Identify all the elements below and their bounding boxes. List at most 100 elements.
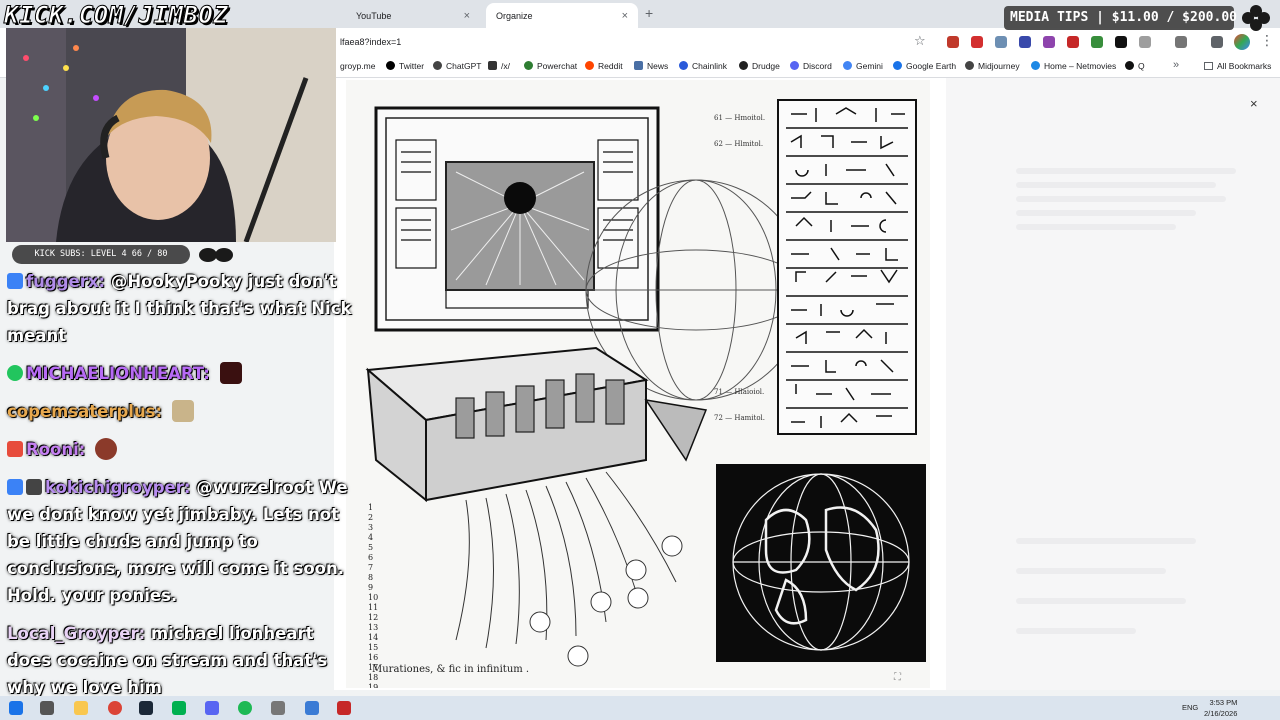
extension-icon[interactable] <box>1091 36 1103 48</box>
language-indicator[interactable]: ENG <box>1182 703 1198 712</box>
clover-logo-icon <box>199 248 233 262</box>
manuscript-label: 72 — Hamitol. <box>714 414 766 422</box>
grid-icon <box>488 61 497 70</box>
bookmark-netmovies[interactable]: Home – Netmovies <box>1031 61 1116 71</box>
file-explorer-icon[interactable] <box>74 701 88 715</box>
placeholder-line <box>1016 628 1136 634</box>
app-icon[interactable] <box>271 701 285 715</box>
chatgpt-icon <box>433 61 442 70</box>
placeholder-line <box>1016 210 1196 216</box>
emote-icon <box>219 362 242 384</box>
chat-message: MICHAELIONHEART: <box>7 360 359 387</box>
extension-icon[interactable] <box>947 36 959 48</box>
powerchat-icon <box>524 61 533 70</box>
clock[interactable]: 3:53 PM 2/16/2026 <box>1204 697 1237 719</box>
taskbar: ENG 3:53 PM 2/16/2026 <box>0 696 1280 720</box>
tab-organize[interactable]: Organize × <box>486 3 638 28</box>
extension-icon[interactable] <box>971 36 983 48</box>
bookmark-label: Drudge <box>752 61 780 71</box>
extension-icon[interactable] <box>1043 36 1055 48</box>
bookmark-chatgpt[interactable]: ChatGPT <box>433 61 481 71</box>
number-column: 123 456 789 101112 131415 161718 192021 … <box>368 503 381 688</box>
bookmark-gemini[interactable]: Gemini <box>843 61 883 71</box>
chat-username: Rooni <box>26 440 79 459</box>
bookmark-google-earth[interactable]: Google Earth <box>893 61 956 71</box>
bookmark-q[interactable]: Q <box>1125 61 1145 71</box>
star-icon[interactable]: ☆ <box>914 33 926 49</box>
spotify-icon[interactable] <box>238 701 252 715</box>
bookmark-x[interactable]: /x/ <box>488 61 510 71</box>
placeholder-line <box>1016 538 1196 544</box>
bookmark-label: Q <box>1138 61 1145 71</box>
url-field[interactable]: lfaea8?index=1 <box>336 32 936 52</box>
discord-icon[interactable] <box>205 701 219 715</box>
chat-username: fuggerx <box>26 272 99 291</box>
tab-youtube[interactable]: YouTube × <box>346 3 480 28</box>
bookmark-label: News <box>647 61 669 71</box>
app-icon[interactable] <box>305 701 319 715</box>
x-icon[interactable] <box>1115 36 1127 48</box>
steam-icon[interactable] <box>139 701 153 715</box>
chrome-icon[interactable] <box>108 701 122 715</box>
subs-progress: KICK SUBS: LEVEL 4 66 / 80 <box>12 245 190 264</box>
close-icon[interactable]: × <box>464 10 470 22</box>
clock-time: 3:53 PM <box>1209 698 1238 707</box>
verified-icon <box>7 365 23 381</box>
bookmark-label: All Bookmarks <box>1217 61 1272 71</box>
extension-icon[interactable] <box>1019 36 1031 48</box>
drudge-icon <box>739 61 748 70</box>
emote-icon <box>95 438 118 460</box>
manuscript-label: 71 — Hlaioiol. <box>714 388 765 396</box>
midjourney-icon <box>965 61 974 70</box>
bookmark-discord[interactable]: Discord <box>790 61 832 71</box>
close-icon[interactable]: × <box>1250 96 1258 111</box>
channel-logo: KICK.COM/JIMBOZ <box>3 1 229 30</box>
media-icon[interactable] <box>1175 36 1187 48</box>
news-icon <box>634 61 643 70</box>
badge-icon <box>7 441 23 457</box>
chat-message: copemsaterplus: <box>7 398 359 425</box>
all-bookmarks-button[interactable]: All Bookmarks <box>1204 61 1271 71</box>
folder-icon <box>1204 62 1213 70</box>
windows-start-icon[interactable] <box>9 701 23 715</box>
new-tab-button[interactable]: + <box>645 5 653 21</box>
x-icon <box>386 61 395 70</box>
bookmark-chainlink[interactable]: Chainlink <box>679 61 727 71</box>
download-icon[interactable] <box>1211 36 1223 48</box>
badge-icon <box>26 479 42 495</box>
extension-icon[interactable] <box>995 36 1007 48</box>
image-viewer[interactable]: 123 456 789 101112 131415 161718 192021 … <box>346 80 930 688</box>
app-icon[interactable] <box>337 701 351 715</box>
bookmark-label: Chainlink <box>692 61 727 71</box>
bookmark-powerchat[interactable]: Powerchat <box>524 61 577 71</box>
bookmark-reddit[interactable]: Reddit <box>585 61 623 71</box>
kick-icon[interactable] <box>172 701 186 715</box>
bookmark-news[interactable]: News <box>634 61 668 71</box>
chevron-right-icon[interactable]: » <box>1173 59 1179 71</box>
page-content: 123 456 789 101112 131415 161718 192021 … <box>334 78 1280 690</box>
puzzle-icon[interactable] <box>1139 36 1151 48</box>
bookmark-label: Twitter <box>399 61 425 71</box>
close-icon[interactable]: × <box>622 10 628 22</box>
tab-label: YouTube <box>356 10 392 21</box>
bookmark-label: Gemini <box>856 61 883 71</box>
webcam-feed <box>6 28 336 242</box>
q-icon <box>1125 61 1134 70</box>
badge-icon <box>7 479 23 495</box>
bookmark-twitter[interactable]: Twitter <box>386 61 424 71</box>
chat-message: Rooni: <box>7 436 359 463</box>
chat-username: copemsaterplus <box>7 402 156 421</box>
bookmark-drudge[interactable]: Drudge <box>739 61 780 71</box>
chat-text: @wurzelroot We we dont know yet jimbaby.… <box>7 478 348 605</box>
manuscript-label: 62 — Hlmitol. <box>714 140 764 148</box>
bookmark-midjourney[interactable]: Midjourney <box>965 61 1020 71</box>
bookmark-label: ChatGPT <box>446 61 482 71</box>
netmovies-icon <box>1031 61 1040 70</box>
chat-overlay: fuggerx: @HookyPooky just don't brag abo… <box>0 268 360 696</box>
bookmark-groyp[interactable]: groyp.me <box>340 61 375 71</box>
extension-icon[interactable] <box>1067 36 1079 48</box>
task-view-icon[interactable] <box>40 701 54 715</box>
expand-icon[interactable]: ⛶ <box>894 672 901 683</box>
menu-icon[interactable]: ⋮ <box>1260 32 1274 49</box>
avatar[interactable] <box>1234 34 1250 50</box>
